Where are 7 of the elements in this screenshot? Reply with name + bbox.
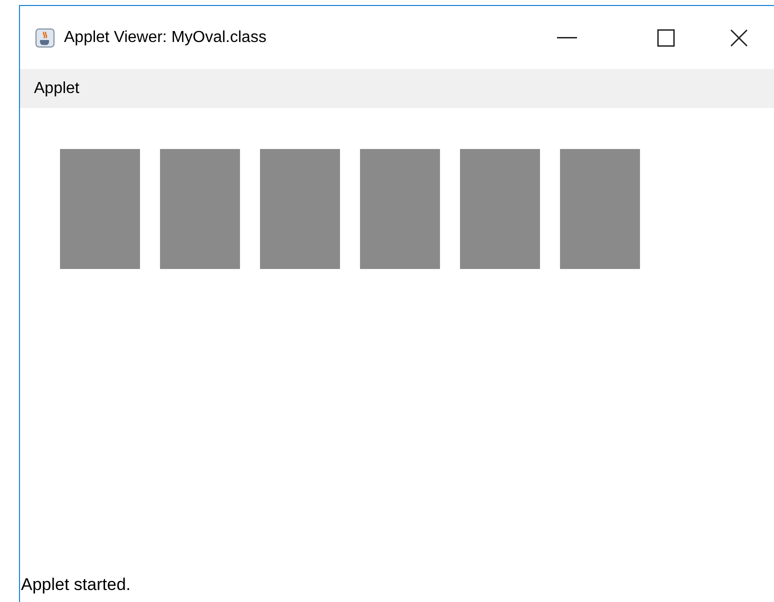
menu-item[interactable]: Applet [34,76,80,100]
window-title: Applet Viewer: MyOval.class [64,28,266,48]
maximize-icon [657,28,675,46]
minimize-icon [557,36,577,38]
close-icon [730,28,748,46]
coffee-cup-icon [35,28,55,48]
status-text: Applet started. [20,574,132,596]
